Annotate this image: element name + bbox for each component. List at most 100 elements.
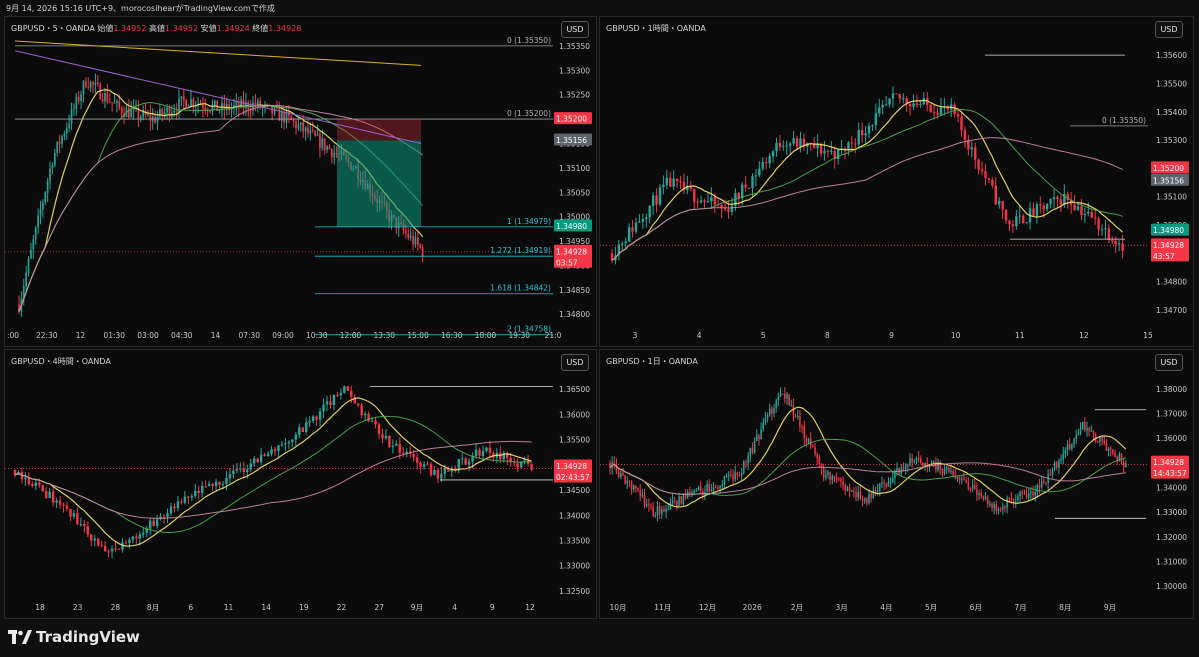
fib-level-label: 0 (1.35200) (507, 109, 551, 118)
candle-body (950, 470, 952, 472)
candle-body (792, 405, 795, 416)
candle-body (650, 505, 652, 507)
candle-body (850, 142, 854, 144)
time-tick-label: 4月 (880, 603, 892, 612)
candle-body (124, 542, 128, 544)
target-zone (337, 140, 421, 227)
time-tick-label: 18 (35, 603, 45, 612)
candle-body (304, 127, 307, 132)
time-tick-label: 04:30 (171, 331, 193, 340)
candle-body (214, 481, 218, 487)
candle-body (723, 208, 727, 210)
candle-body (1017, 496, 1019, 501)
candle-body (283, 111, 285, 123)
candle-body (850, 491, 853, 493)
chart-panel-1h[interactable]: 1.35600 1.35500 1.35400 1.35300 1.35200 1.351… (599, 16, 1194, 347)
candle-body (936, 112, 939, 115)
candle-body (242, 468, 246, 472)
candle-body (734, 472, 736, 480)
chart-panel-5min[interactable]: 1.353501.353001.352501.352001.351501.351… (4, 16, 597, 347)
candle-body (812, 445, 814, 448)
candle-body (204, 485, 207, 487)
candle-body (840, 479, 842, 482)
candle-body (180, 96, 183, 99)
candle-body (970, 147, 973, 150)
candle-body (915, 103, 919, 106)
candle-body (887, 482, 890, 487)
fib-level-label: 1.272 (1.34919) (490, 246, 551, 255)
candle-body (782, 145, 785, 147)
time-tick-label: 9月 (411, 603, 423, 612)
ohlc-high: 1.34952 (165, 24, 199, 33)
candle-body (414, 237, 417, 245)
candle-body (1107, 228, 1111, 240)
candle-body (114, 548, 117, 550)
candle-body (173, 506, 176, 509)
currency-button[interactable]: USD (561, 21, 589, 38)
candle-body (304, 422, 308, 432)
candle-body (1125, 463, 1127, 468)
candle-body (805, 438, 808, 443)
candle-body (1103, 440, 1106, 444)
time-tick-label: 22:30 (36, 331, 58, 340)
candle-body (166, 513, 169, 517)
candle-body (42, 202, 44, 210)
candle-body (58, 141, 61, 145)
candle-body (221, 483, 225, 485)
candle-body (730, 474, 732, 476)
candle-body (870, 493, 872, 499)
currency-button[interactable]: USD (1155, 21, 1183, 38)
candle-body (429, 464, 433, 475)
candle-body (743, 461, 745, 473)
candle-body (130, 109, 133, 118)
candle-body (1105, 443, 1108, 451)
price-tick-label: 1.35250 (559, 91, 590, 100)
candle-body (712, 487, 715, 490)
candle-body (980, 493, 982, 497)
candle-body (682, 495, 685, 504)
candle-body (622, 473, 624, 476)
currency-button[interactable]: USD (1155, 354, 1183, 371)
candle-body (44, 192, 47, 203)
chart-canvas-1h[interactable]: 1.35600 1.35500 1.35400 1.35300 1.35200 1.351… (600, 17, 1193, 346)
candle-body (634, 222, 638, 232)
chart-panel-1d[interactable]: 1.380001.370001.360001.350001.340001.330… (599, 349, 1194, 619)
chart-canvas-4h[interactable]: 1.365001.360001.355001.350001.345001.340… (5, 350, 596, 618)
ma-long-line (611, 137, 1123, 261)
candle-body (792, 138, 795, 144)
price-tag-text: 1.35200 (556, 115, 587, 124)
candle-body (872, 490, 875, 499)
tradingview-logo[interactable]: TradingView (8, 628, 140, 646)
chart-canvas-1d[interactable]: 1.380001.370001.360001.350001.340001.330… (600, 350, 1193, 618)
chart-panel-4h[interactable]: 1.365001.360001.355001.350001.345001.340… (4, 349, 597, 619)
candle-body (415, 457, 419, 463)
candle-body (762, 422, 764, 430)
time-tick-label: 10 (951, 331, 961, 340)
currency-button[interactable]: USD (561, 354, 589, 371)
candle-body (648, 205, 651, 218)
chart-canvas-5min[interactable]: 1.353501.353001.352501.352001.351501.351… (5, 17, 596, 346)
candle-body (163, 112, 166, 115)
candle-body (1042, 205, 1045, 209)
time-tick-label: 15 (1143, 331, 1153, 340)
candle-body (953, 104, 956, 115)
candle-body (322, 404, 325, 412)
candle-body (823, 150, 826, 154)
price-tick-label: 1.34500 (559, 486, 590, 495)
candle-body (311, 130, 314, 132)
time-tick-label: :00 (7, 331, 19, 340)
candle-body (645, 217, 648, 220)
candle-body (412, 235, 414, 245)
candle-body (103, 546, 107, 552)
candle-body (107, 551, 110, 553)
candle-body (323, 138, 326, 150)
stop-zone (337, 119, 421, 141)
candle-body (187, 105, 190, 107)
candle-body (756, 435, 758, 441)
time-tick-label: 3月 (835, 603, 847, 612)
candle-body (519, 462, 523, 468)
candle-body (113, 102, 116, 104)
candle-body (788, 394, 790, 406)
time-tick-label: 8月 (1059, 603, 1071, 612)
fib-level-label: 0 (1.35350) (507, 36, 551, 45)
